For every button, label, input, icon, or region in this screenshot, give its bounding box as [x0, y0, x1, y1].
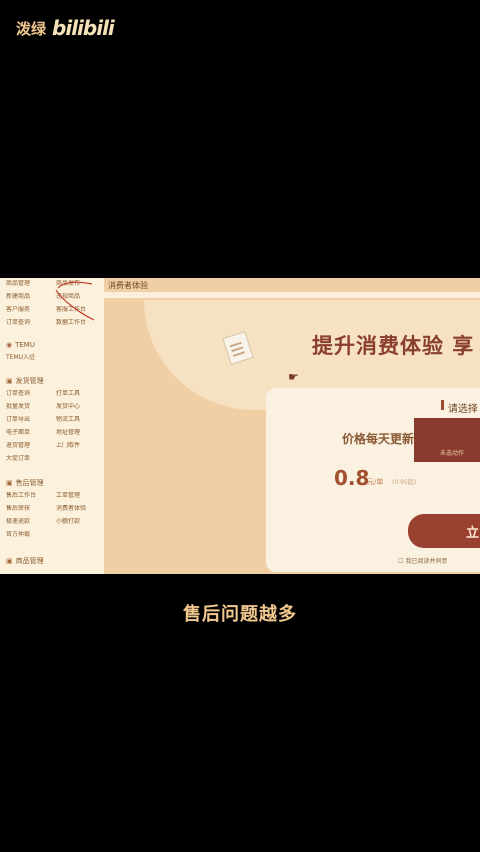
sidebar-item[interactable]: 消费者体验: [56, 505, 102, 513]
marker-icon: [441, 400, 444, 410]
sidebar-item[interactable]: 物流工具: [56, 416, 102, 424]
sidebar-item[interactable]: 小额打款: [56, 518, 102, 526]
sidebar-section-shipping: 订单查询 打单工具 批量发货 发货中心 订单导出 物流工具 电子面单 地址管理 退货管理 上门取件…: [6, 390, 102, 463]
goods-icon: ▣: [6, 557, 13, 565]
sidebar-item-temu[interactable]: TEMU入驻: [6, 354, 35, 362]
tab-consumer-experience[interactable]: 消费者体验: [108, 280, 148, 291]
price-extra: (0.95起): [392, 479, 417, 486]
bilibili-logo: bilibili: [52, 16, 115, 40]
temu-icon: ◉: [6, 341, 13, 349]
sidebar-item[interactable]: 发货中心: [56, 403, 102, 411]
price-label: 价格每天更新: [342, 432, 415, 446]
sidebar-section-aftersales: 售后工作台 工单管理 售后审核 消费者体验 极速退款 小额打款 官方仲裁: [6, 492, 102, 539]
agreement-text: 我已阅读并同意: [405, 558, 448, 565]
pen-scribble-icon: [55, 281, 95, 321]
sidebar-item[interactable]: 订单查询: [6, 390, 52, 398]
sidebar-item[interactable]: 售后审核: [6, 505, 52, 513]
sidebar-item[interactable]: 上门取件: [56, 442, 102, 450]
video-subtitle: 售后问题越多: [183, 604, 297, 625]
bilibili-watermark: 泼绿 bilibili: [16, 16, 115, 40]
screen-recording: 商品管理 商品发布 新建商品 违规商品 客户服务 客服工作台 订单查询 数据工作台 ◉ TEM…: [0, 278, 480, 574]
activate-button-label: 立: [466, 526, 480, 541]
sidebar-item[interactable]: 地址管理: [56, 429, 102, 437]
watermark-user: 泼绿: [16, 19, 47, 38]
section-heading-aftersales[interactable]: ▣ 售后管理: [6, 478, 44, 488]
section-title: 商品管理: [15, 557, 44, 565]
sidebar-item[interactable]: 批量发货: [6, 403, 52, 411]
tab-bar: [104, 292, 480, 298]
main-content: 消费者体验 提升消费体验 享 ☛ 请选择支 未选动作 价格每天更新 0.8 元/…: [104, 278, 480, 574]
sidebar-item[interactable]: 工单管理: [56, 492, 102, 500]
sidebar-item[interactable]: 极速退款: [6, 518, 52, 526]
temu-heading[interactable]: ◉ TEMU: [6, 341, 35, 349]
price-unit: 元/单: [367, 478, 384, 486]
sidebar-item[interactable]: 官方仲裁: [6, 531, 52, 539]
option-tile-label: 未选动作: [440, 450, 465, 457]
checkbox-icon: ☐: [398, 558, 404, 565]
price-value: 0.8: [334, 466, 370, 490]
section-title: 售后管理: [15, 479, 44, 487]
sidebar-item[interactable]: 客户服务: [6, 306, 52, 314]
sidebar-item[interactable]: 商品管理: [6, 280, 52, 288]
temu-label: TEMU: [15, 341, 35, 349]
sidebar: 商品管理 商品发布 新建商品 违规商品 客户服务 客服工作台 订单查询 数据工作台 ◉ TEM…: [0, 278, 105, 574]
sidebar-item[interactable]: 订单导出: [6, 416, 52, 424]
hand-cursor-icon: ☛: [288, 370, 299, 384]
service-icon: ▣: [6, 479, 13, 487]
sidebar-item[interactable]: 新建商品: [6, 293, 52, 301]
sidebar-item[interactable]: 电子面单: [6, 429, 52, 437]
section-heading-shipping[interactable]: ▣ 发货管理: [6, 376, 44, 386]
section-title: 发货管理: [15, 377, 44, 385]
pricing-card: 请选择支 未选动作 价格每天更新 0.8 元/单 (0.95起) 立 ☐ 我已阅…: [266, 388, 480, 572]
activate-button[interactable]: 立: [408, 514, 480, 548]
sidebar-item[interactable]: 打单工具: [56, 390, 102, 398]
sidebar-item[interactable]: 售后工作台: [6, 492, 52, 500]
section-heading-products[interactable]: ▣ 商品管理: [6, 556, 44, 566]
box-icon: ▣: [6, 377, 13, 385]
option-tile[interactable]: 未选动作: [414, 418, 480, 462]
hero-title: 提升消费体验 享: [312, 334, 475, 358]
agreement-checkbox[interactable]: ☐ 我已阅读并同意: [398, 556, 447, 565]
sidebar-item[interactable]: 订单查询: [6, 319, 52, 327]
sidebar-item[interactable]: 大促订单: [6, 455, 52, 463]
sidebar-item[interactable]: 退货管理: [6, 442, 52, 450]
